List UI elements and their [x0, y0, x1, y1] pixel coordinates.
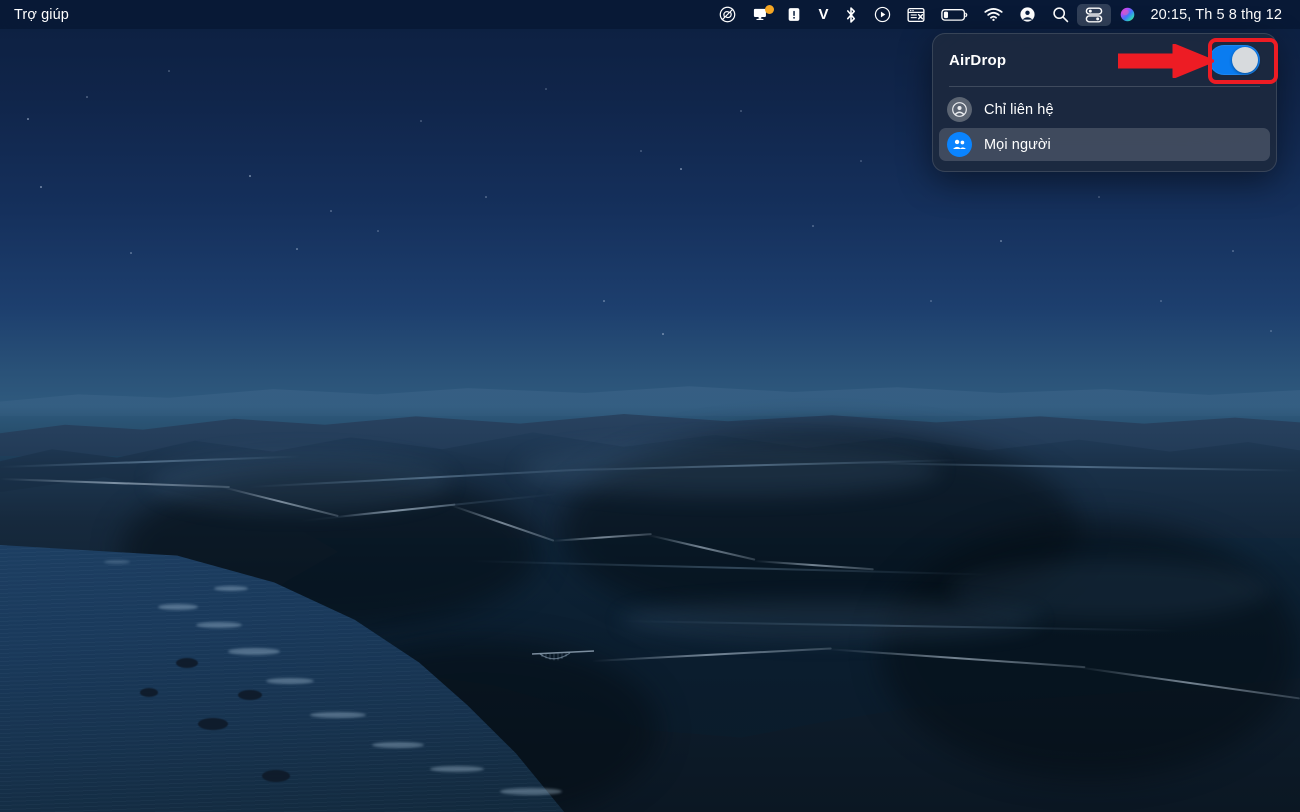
- airdrop-option-label: Chỉ liên hệ: [984, 102, 1054, 118]
- sea-rock: [238, 690, 262, 700]
- surf: [228, 648, 280, 655]
- surf: [196, 622, 242, 628]
- bixby-bridge-icon: [532, 648, 594, 664]
- surf: [372, 742, 424, 748]
- display-notification-icon[interactable]: [744, 4, 778, 26]
- airdrop-option-contacts-only[interactable]: Chỉ liên hệ: [939, 93, 1270, 126]
- everyone-icon: [947, 132, 972, 157]
- airdrop-toggle[interactable]: [1209, 45, 1260, 75]
- window-close-icon[interactable]: [899, 4, 933, 26]
- sea-rock: [198, 718, 228, 730]
- sea-rock: [176, 658, 198, 668]
- siri-icon[interactable]: [1111, 4, 1144, 26]
- airdrop-title: AirDrop: [949, 52, 1006, 69]
- sea-rock: [140, 688, 158, 697]
- airdrop-option-everyone[interactable]: Mọi người: [939, 128, 1270, 161]
- menu-bar-left: Trợ giúp: [0, 7, 69, 23]
- battery-icon[interactable]: [933, 4, 976, 26]
- desktop: Trợ giúp: [0, 0, 1300, 812]
- notification-badge: [765, 5, 774, 14]
- terrain-shade: [880, 520, 1300, 780]
- terrain-highlight: [950, 560, 1270, 620]
- surf: [310, 712, 366, 718]
- surf: [158, 604, 198, 610]
- bluetooth-icon[interactable]: [836, 4, 866, 26]
- spotlight-search-icon[interactable]: [1044, 4, 1077, 26]
- user-account-icon[interactable]: [1011, 4, 1044, 26]
- annotation-arrow-icon: [1118, 44, 1214, 78]
- surf: [500, 788, 562, 795]
- airdrop-toggle-wrap: [1209, 45, 1260, 75]
- airdrop-option-label: Mọi người: [984, 137, 1051, 153]
- creative-cloud-icon[interactable]: [711, 4, 744, 26]
- airdrop-panel: AirDrop Chỉ liên hệ: [932, 33, 1277, 172]
- surf: [104, 560, 130, 564]
- app-menu-title[interactable]: Trợ giúp: [14, 7, 69, 23]
- airdrop-header: AirDrop: [933, 34, 1276, 86]
- surf: [266, 678, 314, 684]
- terrain-highlight: [150, 452, 450, 512]
- menu-bar-status-area: V: [711, 0, 1300, 29]
- airdrop-toggle-knob: [1232, 47, 1258, 73]
- control-center-icon[interactable]: [1077, 4, 1111, 26]
- media-play-icon[interactable]: [866, 4, 899, 26]
- contacts-only-icon: [947, 97, 972, 122]
- surf: [430, 766, 484, 772]
- alert-box-icon[interactable]: [778, 4, 810, 26]
- surf: [214, 586, 248, 591]
- wifi-icon[interactable]: [976, 4, 1011, 26]
- menu-bar: Trợ giúp: [0, 0, 1300, 29]
- airdrop-options-list: Chỉ liên hệ Mọi người: [933, 87, 1276, 167]
- menu-bar-clock[interactable]: 20:15, Th 5 8 thg 12: [1144, 7, 1292, 23]
- sea-rock: [262, 770, 290, 782]
- letter-v-icon[interactable]: V: [810, 4, 836, 26]
